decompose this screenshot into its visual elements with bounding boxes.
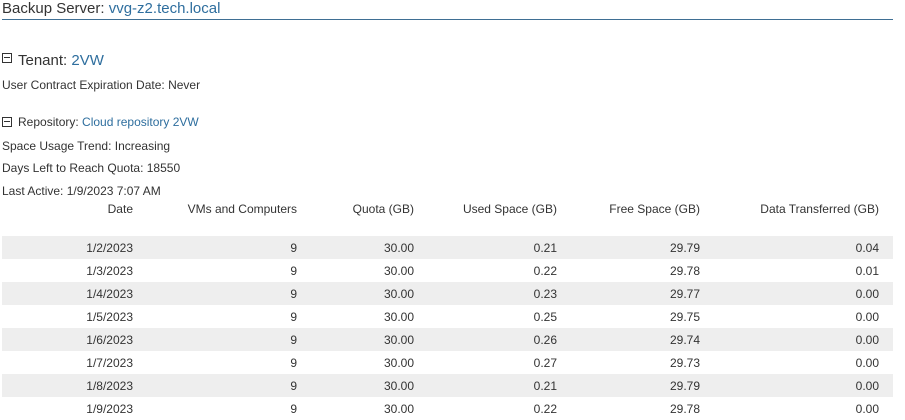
cell-data-transferred: 0.00: [855, 286, 879, 301]
column-header-data-transferred: Data Transferred (GB): [760, 202, 879, 216]
cell-used-space: 0.22: [533, 401, 557, 416]
report-page: Backup Server: vvg-z2.tech.local Tenant:…: [0, 0, 905, 420]
column-header-date: Date: [107, 202, 133, 216]
cell-quota: 30.00: [383, 401, 414, 416]
table-body: 1/2/2023 9 30.00 0.21 29.79 0.04 1/3/2023 9 30.0…: [2, 236, 893, 420]
cell-data-transferred: 0.00: [855, 355, 879, 370]
cell-date: 1/4/2023: [86, 286, 133, 301]
cell-quota: 30.00: [383, 332, 414, 347]
cell-free-space: 29.74: [669, 332, 700, 347]
cell-vms: 9: [290, 378, 297, 393]
cell-date: 1/6/2023: [86, 332, 133, 347]
cell-vms: 9: [290, 240, 297, 255]
cell-used-space: 0.23: [533, 286, 557, 301]
cell-data-transferred: 0.01: [855, 263, 879, 278]
cell-free-space: 29.79: [669, 240, 700, 255]
cell-free-space: 29.77: [669, 286, 700, 301]
cell-data-transferred: 0.00: [855, 378, 879, 393]
cell-date: 1/9/2023: [86, 401, 133, 416]
cell-used-space: 0.27: [533, 355, 557, 370]
repository-name: Cloud repository 2VW: [82, 115, 199, 129]
repository-label: Repository:: [18, 115, 79, 129]
table-header-spacer: [2, 224, 893, 236]
table-row: 1/2/2023 9 30.00 0.21 29.79 0.04: [2, 236, 893, 259]
table-row: 1/7/2023 9 30.00 0.27 29.73 0.00: [2, 351, 893, 374]
cell-free-space: 29.73: [669, 355, 700, 370]
cell-data-transferred: 0.00: [855, 309, 879, 324]
cell-vms: 9: [290, 263, 297, 278]
cell-date: 1/7/2023: [86, 355, 133, 370]
column-header-used-space: Used Space (GB): [462, 202, 557, 216]
backup-server-label: Backup Server:: [2, 0, 105, 17]
cell-data-transferred: 0.00: [855, 332, 879, 347]
contract-expiration-text: User Contract Expiration Date: Never: [2, 78, 201, 92]
tenant-name: 2VW: [71, 52, 104, 69]
cell-quota: 30.00: [383, 240, 414, 255]
cell-quota: 30.00: [383, 378, 414, 393]
cell-vms: 9: [290, 309, 297, 324]
collapse-tenant-icon[interactable]: [2, 53, 12, 63]
cell-date: 1/2/2023: [86, 240, 133, 255]
cell-used-space: 0.26: [533, 332, 557, 347]
cell-data-transferred: 0.00: [855, 401, 879, 416]
column-header-quota: Quota (GB): [352, 202, 414, 216]
space-usage-trend-text: Space Usage Trend: Increasing: [2, 139, 171, 153]
cell-quota: 30.00: [383, 309, 414, 324]
cell-date: 1/8/2023: [86, 378, 133, 393]
days-left-quota-text: Days Left to Reach Quota: 18550: [2, 161, 181, 175]
cell-free-space: 29.75: [669, 309, 700, 324]
table-row: 1/6/2023 9 30.00 0.26 29.74 0.00: [2, 328, 893, 351]
table-row: 1/9/2023 9 30.00 0.22 29.78 0.00: [2, 397, 893, 420]
backup-server-name: vvg-z2.tech.local: [108, 0, 221, 17]
cell-quota: 30.00: [383, 263, 414, 278]
repository-usage-table: Date VMs and Computers Quota (GB) Used S…: [2, 202, 893, 420]
backup-server-header: Backup Server: vvg-z2.tech.local: [2, 0, 893, 20]
cell-vms: 9: [290, 286, 297, 301]
cell-used-space: 0.21: [533, 378, 557, 393]
table-row: 1/3/2023 9 30.00 0.22 29.78 0.01: [2, 259, 893, 282]
last-active-text: Last Active: 1/9/2023 7:07 AM: [2, 184, 161, 198]
cell-free-space: 29.78: [669, 263, 700, 278]
table-header-row: Date VMs and Computers Quota (GB) Used S…: [2, 202, 893, 224]
table-row: 1/5/2023 9 30.00 0.25 29.75 0.00: [2, 305, 893, 328]
cell-quota: 30.00: [383, 286, 414, 301]
table-row: 1/4/2023 9 30.00 0.23 29.77 0.00: [2, 282, 893, 305]
tenant-heading: Tenant: 2VW: [2, 52, 104, 70]
cell-quota: 30.00: [383, 355, 414, 370]
cell-free-space: 29.79: [669, 378, 700, 393]
cell-date: 1/3/2023: [86, 263, 133, 278]
cell-vms: 9: [290, 401, 297, 416]
tenant-label: Tenant:: [18, 52, 68, 69]
cell-data-transferred: 0.04: [855, 240, 879, 255]
cell-used-space: 0.22: [533, 263, 557, 278]
cell-vms: 9: [290, 355, 297, 370]
column-header-vms: VMs and Computers: [187, 202, 297, 216]
cell-used-space: 0.21: [533, 240, 557, 255]
cell-date: 1/5/2023: [86, 309, 133, 324]
column-header-free-space: Free Space (GB): [609, 202, 700, 216]
collapse-repository-icon[interactable]: [2, 117, 12, 127]
cell-vms: 9: [290, 332, 297, 347]
repository-heading: Repository: Cloud repository 2VW: [2, 114, 199, 130]
cell-free-space: 29.78: [669, 401, 700, 416]
cell-used-space: 0.25: [533, 309, 557, 324]
table-row: 1/8/2023 9 30.00 0.21 29.79 0.00: [2, 374, 893, 397]
